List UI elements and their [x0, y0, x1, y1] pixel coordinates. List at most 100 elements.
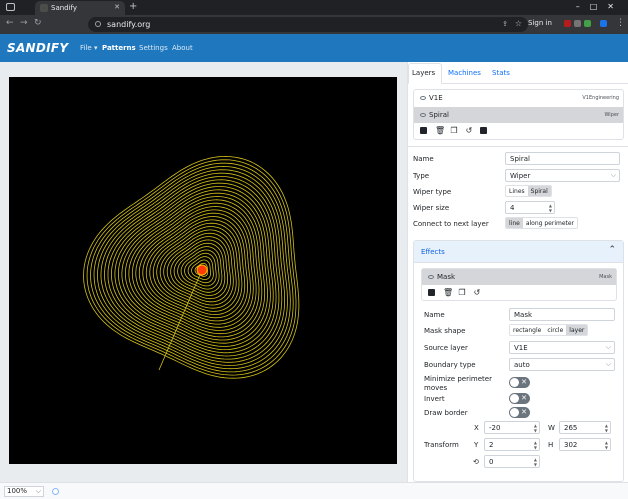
effects-header[interactable]: Effects ⌃ — [414, 241, 623, 263]
chevron-up-icon[interactable]: ⌃ — [608, 245, 616, 255]
rotate-icon: ⟲ — [473, 458, 479, 466]
shape-rectangle[interactable]: rectangle — [510, 325, 545, 335]
toggle-knob — [510, 394, 519, 403]
side-panel: Layers Machines Stats V1E V1Engineering … — [407, 62, 628, 482]
wiper-size-input[interactable]: 4 ▲ ▼ — [505, 201, 555, 214]
connect-line[interactable]: line — [506, 218, 523, 228]
forward-icon[interactable]: → — [20, 18, 28, 28]
layer-item[interactable]: Spiral Wiper — [414, 107, 623, 123]
name-label: Name — [413, 155, 434, 163]
tab-layers[interactable]: Layers — [412, 69, 435, 77]
y-input[interactable]: 2 ▲ ▼ — [484, 438, 540, 451]
extension-icon[interactable] — [564, 20, 571, 27]
copy-layer-icon[interactable]: ❐ — [450, 127, 458, 135]
wiper-size-value: 4 — [510, 204, 515, 212]
zoom-select[interactable]: 100% ⌵ — [4, 486, 44, 497]
wiper-type-lines[interactable]: Lines — [506, 186, 528, 196]
delete-effect-icon[interactable]: 🗑 — [443, 289, 453, 297]
extension-icon[interactable] — [600, 20, 607, 27]
tab-title: Sandify — [51, 4, 78, 12]
nav-patterns[interactable]: Patterns — [102, 44, 136, 52]
chevron-down-icon: ⌵ — [35, 487, 41, 495]
address-bar: ← → ↻ sandify.org ⇪ ☆ Sign in ⋮ — [0, 15, 628, 34]
omnibox[interactable]: sandify.org ⇪ ☆ — [88, 17, 528, 32]
type-select[interactable]: Wiper ⌵ — [505, 169, 620, 182]
eye-icon[interactable] — [420, 113, 426, 117]
nav-file[interactable]: File ▾ — [80, 44, 97, 52]
w-input[interactable]: 265 ▲ ▼ — [559, 421, 611, 434]
copy-effect-icon[interactable]: ❐ — [458, 289, 466, 297]
extension-icon[interactable] — [584, 20, 591, 27]
layer-list: V1E V1Engineering Spiral Wiper 🗑 ❐ ↺ — [413, 89, 624, 140]
browser-tab[interactable]: Sandify ✕ — [35, 1, 125, 15]
stepper-icon[interactable]: ▲ ▼ — [534, 423, 537, 433]
eye-icon[interactable] — [420, 96, 426, 100]
layer-name: Spiral — [429, 111, 449, 119]
tab-stats[interactable]: Stats — [492, 69, 510, 77]
h-input[interactable]: 302 ▲ ▼ — [559, 438, 611, 451]
nav-about[interactable]: About — [172, 44, 193, 52]
new-tab-button[interactable]: + — [129, 1, 137, 12]
stepper-icon[interactable]: ▲ ▼ — [549, 203, 552, 213]
sign-in-button[interactable]: Sign in — [528, 19, 552, 27]
name-field[interactable]: Spiral — [505, 152, 620, 165]
pattern-canvas[interactable] — [9, 77, 397, 464]
url-text[interactable]: sandify.org — [107, 20, 150, 29]
zoom-value: 100% — [7, 487, 28, 495]
window-controls[interactable]: –□✕ — [576, 2, 624, 11]
add-effect-icon[interactable] — [428, 289, 436, 297]
sandify-logo[interactable]: SANDIFY — [7, 41, 68, 55]
menu-kebab-icon[interactable]: ⋮ — [616, 18, 625, 28]
reload-icon[interactable]: ↻ — [34, 18, 42, 28]
eye-icon[interactable] — [428, 275, 434, 279]
connect-toggle: line along perimeter — [505, 217, 579, 229]
stepper-icon[interactable]: ▲ ▼ — [534, 440, 537, 450]
start-point-marker — [196, 264, 208, 276]
chevron-down-icon: ⌵ — [610, 171, 616, 179]
spiral-ring — [83, 155, 300, 379]
bookmark-star-icon[interactable]: ☆ — [515, 19, 522, 28]
w-value: 265 — [564, 424, 578, 432]
x-icon: ✕ — [521, 408, 527, 416]
nav-settings[interactable]: Settings — [139, 44, 168, 52]
tab-machines[interactable]: Machines — [448, 69, 481, 77]
reset-layer-icon[interactable]: ↺ — [465, 127, 473, 135]
wiper-type-spiral[interactable]: Spiral — [527, 186, 551, 196]
layer-type: Wiper — [604, 112, 619, 118]
shape-layer[interactable]: layer — [566, 325, 588, 335]
add-layer-icon[interactable] — [420, 127, 428, 135]
delete-layer-icon[interactable]: 🗑 — [435, 127, 445, 135]
y-label: Y — [474, 441, 479, 449]
site-info-icon[interactable] — [95, 21, 101, 27]
extension-icon[interactable] — [574, 20, 581, 27]
stepper-icon[interactable]: ▲ ▼ — [605, 440, 608, 450]
tab-search-icon[interactable] — [6, 3, 15, 11]
share-icon[interactable]: ⇪ — [502, 20, 508, 28]
stepper-icon[interactable]: ▲ ▼ — [605, 423, 608, 433]
connect-along-perimeter[interactable]: along perimeter — [522, 218, 578, 228]
toggle-knob — [510, 408, 519, 417]
effect-type: Mask — [599, 274, 612, 280]
invert-toggle[interactable]: ✕ — [509, 393, 530, 404]
app-navbar: SANDIFY File ▾ Patterns Settings About — [0, 34, 628, 62]
mask-name-field[interactable]: Mask — [509, 308, 615, 321]
rotation-input[interactable]: 0 ▲ ▼ — [484, 455, 540, 468]
favicon-icon — [40, 4, 48, 12]
back-icon[interactable]: ← — [6, 18, 14, 28]
source-layer-select[interactable]: V1E ⌵ — [509, 341, 615, 354]
import-icon[interactable] — [480, 127, 488, 135]
stepper-icon[interactable]: ▲ ▼ — [534, 457, 537, 467]
shape-circle[interactable]: circle — [544, 325, 567, 335]
zoom-slider-handle[interactable] — [52, 488, 59, 495]
effect-item[interactable]: Mask Mask — [422, 269, 616, 285]
wiper-type-label: Wiper type — [413, 188, 452, 196]
minimize-moves-toggle[interactable]: ✕ — [509, 377, 530, 388]
reset-effect-icon[interactable]: ↺ — [473, 289, 481, 297]
boundary-type-select[interactable]: auto ⌵ — [509, 358, 615, 371]
layer-item[interactable]: V1E V1Engineering — [414, 90, 623, 106]
draw-border-toggle[interactable]: ✕ — [509, 407, 530, 418]
layer-type: V1Engineering — [582, 95, 619, 101]
toggle-knob — [510, 378, 519, 387]
close-tab-icon[interactable]: ✕ — [114, 3, 120, 11]
x-input[interactable]: -20 ▲ ▼ — [484, 421, 540, 434]
